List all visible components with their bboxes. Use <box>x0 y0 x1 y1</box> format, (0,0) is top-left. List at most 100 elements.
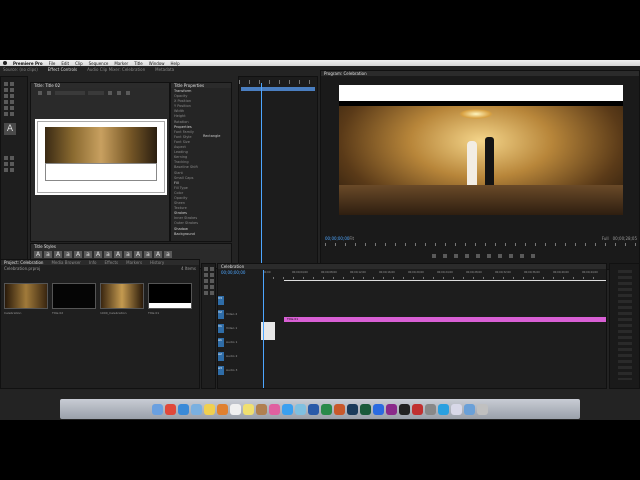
razor-icon[interactable] <box>210 279 214 283</box>
track-target-toggle[interactable]: A2 <box>218 351 224 361</box>
rate-stretch-icon[interactable] <box>204 279 208 283</box>
select-tool-icon[interactable] <box>204 267 208 271</box>
selection-tool-icon[interactable] <box>4 82 8 86</box>
vertical-type-tool-icon[interactable] <box>10 88 14 92</box>
track-target-toggle[interactable]: V1 <box>218 323 224 333</box>
title-properties-tab[interactable]: Title Properties <box>174 83 204 88</box>
clip-thumb-1[interactable] <box>52 283 96 309</box>
tab-project[interactable]: Project: Celebration <box>4 260 43 265</box>
track-target-toggle[interactable]: A3 <box>218 365 224 375</box>
mark-in-icon[interactable] <box>432 254 436 258</box>
effect-clip-bar[interactable] <box>241 87 315 91</box>
path-type-tool-icon[interactable] <box>10 94 14 98</box>
sequence-timecode[interactable]: 00;00;00;00 <box>221 270 245 275</box>
menu-title[interactable]: Title <box>134 61 143 66</box>
rolling-edit-icon[interactable] <box>210 273 214 277</box>
style-swatch[interactable]: A <box>74 251 82 258</box>
dock-safari-icon[interactable] <box>178 403 189 415</box>
app-menu[interactable]: Premiere Pro <box>13 61 43 66</box>
title-styles-tab[interactable]: Title Styles <box>34 244 56 249</box>
dock-app-store-icon[interactable] <box>282 403 293 415</box>
dock-downloads-icon[interactable] <box>464 403 475 415</box>
roll-crawl-icon[interactable] <box>47 91 51 95</box>
style-swatch[interactable]: A <box>154 251 162 258</box>
align-right-icon[interactable] <box>4 162 8 166</box>
clip-thumb-3[interactable] <box>148 283 192 309</box>
center-v-icon[interactable] <box>10 168 14 172</box>
menu-help[interactable]: Help <box>171 61 180 66</box>
dock-trash-icon[interactable] <box>477 403 488 415</box>
pen-icon[interactable] <box>204 291 208 295</box>
graphic-type-dropdown[interactable]: Rectangle <box>203 134 220 138</box>
line-tool-icon[interactable] <box>4 112 8 116</box>
dock-chrome-icon[interactable] <box>165 403 176 415</box>
dock-excel-icon[interactable] <box>321 403 332 415</box>
title-canvas[interactable] <box>35 119 167 195</box>
tab-metadata[interactable]: Metadata <box>155 67 174 73</box>
align-center-icon[interactable] <box>10 156 14 160</box>
step-forward-icon[interactable] <box>487 254 491 258</box>
dock-photo-booth-icon[interactable] <box>412 403 423 415</box>
distribute-icon[interactable] <box>10 162 14 166</box>
bold-icon[interactable] <box>108 91 112 95</box>
clip-thumb-0[interactable] <box>4 283 48 309</box>
timeline-clip-title-01[interactable]: Title 01 <box>284 317 606 322</box>
dock-mail-icon[interactable] <box>191 403 202 415</box>
style-swatch[interactable]: a <box>144 251 152 258</box>
italic-icon[interactable] <box>117 91 121 95</box>
style-swatch[interactable]: A <box>94 251 102 258</box>
lift-icon[interactable] <box>509 254 513 258</box>
play-icon[interactable] <box>476 254 480 258</box>
style-swatch[interactable]: A <box>54 251 62 258</box>
tab-effects[interactable]: Effects <box>105 260 119 265</box>
style-swatch[interactable]: a <box>64 251 72 258</box>
style-swatch[interactable]: a <box>104 251 112 258</box>
clip-thumb-2[interactable] <box>100 283 144 309</box>
style-swatch[interactable]: a <box>44 251 52 258</box>
dock-photoshop-icon[interactable] <box>373 403 384 415</box>
menu-clip[interactable]: Clip <box>75 61 83 66</box>
dock-contacts-icon[interactable] <box>256 403 267 415</box>
slip-icon[interactable] <box>204 285 208 289</box>
tab-source[interactable]: Source: (no clips) <box>3 67 38 73</box>
program-timecode[interactable]: 00;00;00;00 <box>325 236 349 241</box>
program-tab[interactable]: Program: Celebration <box>324 71 367 76</box>
dock-stickies-icon[interactable] <box>243 403 254 415</box>
style-swatch[interactable]: a <box>164 251 172 258</box>
slide-icon[interactable] <box>210 285 214 289</box>
menu-window[interactable]: Window <box>149 61 165 66</box>
rectangle-tool-icon[interactable] <box>4 106 8 110</box>
menu-sequence[interactable]: Sequence <box>89 61 109 66</box>
dock-calendar-icon[interactable] <box>230 403 241 415</box>
apple-icon[interactable] <box>3 61 7 65</box>
ripple-edit-icon[interactable] <box>204 273 208 277</box>
dock-word-icon[interactable] <box>308 403 319 415</box>
tab-info[interactable]: Info <box>89 260 97 265</box>
zoom-dropdown[interactable]: Full <box>602 236 609 241</box>
tab-history[interactable]: History <box>150 260 164 265</box>
track-target-toggle[interactable]: V3 <box>218 295 224 305</box>
align-left-icon[interactable] <box>4 156 8 160</box>
dock-itunes-icon[interactable] <box>269 403 280 415</box>
style-swatch[interactable]: a <box>124 251 132 258</box>
tab-sequence[interactable]: Celebration <box>221 264 244 269</box>
font-style-dropdown[interactable] <box>88 91 104 95</box>
wedge-tool-icon[interactable] <box>10 112 14 116</box>
dock-preview-icon[interactable] <box>295 403 306 415</box>
track-target-toggle[interactable]: V2 <box>218 309 224 319</box>
dock-lightroom-icon[interactable] <box>347 403 358 415</box>
tab-effect-controls[interactable]: Effect Controls <box>48 67 77 73</box>
work-area-bar[interactable] <box>284 280 606 281</box>
tab-audio-mixer[interactable]: Audio Clip Mixer: Celebration <box>87 67 145 73</box>
dock-documents-icon[interactable] <box>451 403 462 415</box>
center-h-icon[interactable] <box>4 168 8 172</box>
dock-skype-icon[interactable] <box>438 403 449 415</box>
hand-icon[interactable] <box>210 291 214 295</box>
area-type-tool-icon[interactable] <box>4 94 8 98</box>
underline-icon[interactable] <box>126 91 130 95</box>
extract-icon[interactable] <box>520 254 524 258</box>
dock-speedgrade-icon[interactable] <box>360 403 371 415</box>
type-tool-icon[interactable] <box>4 88 8 92</box>
fit-dropdown[interactable]: Fit <box>349 236 354 241</box>
anchor-tool-icon[interactable] <box>10 100 14 104</box>
